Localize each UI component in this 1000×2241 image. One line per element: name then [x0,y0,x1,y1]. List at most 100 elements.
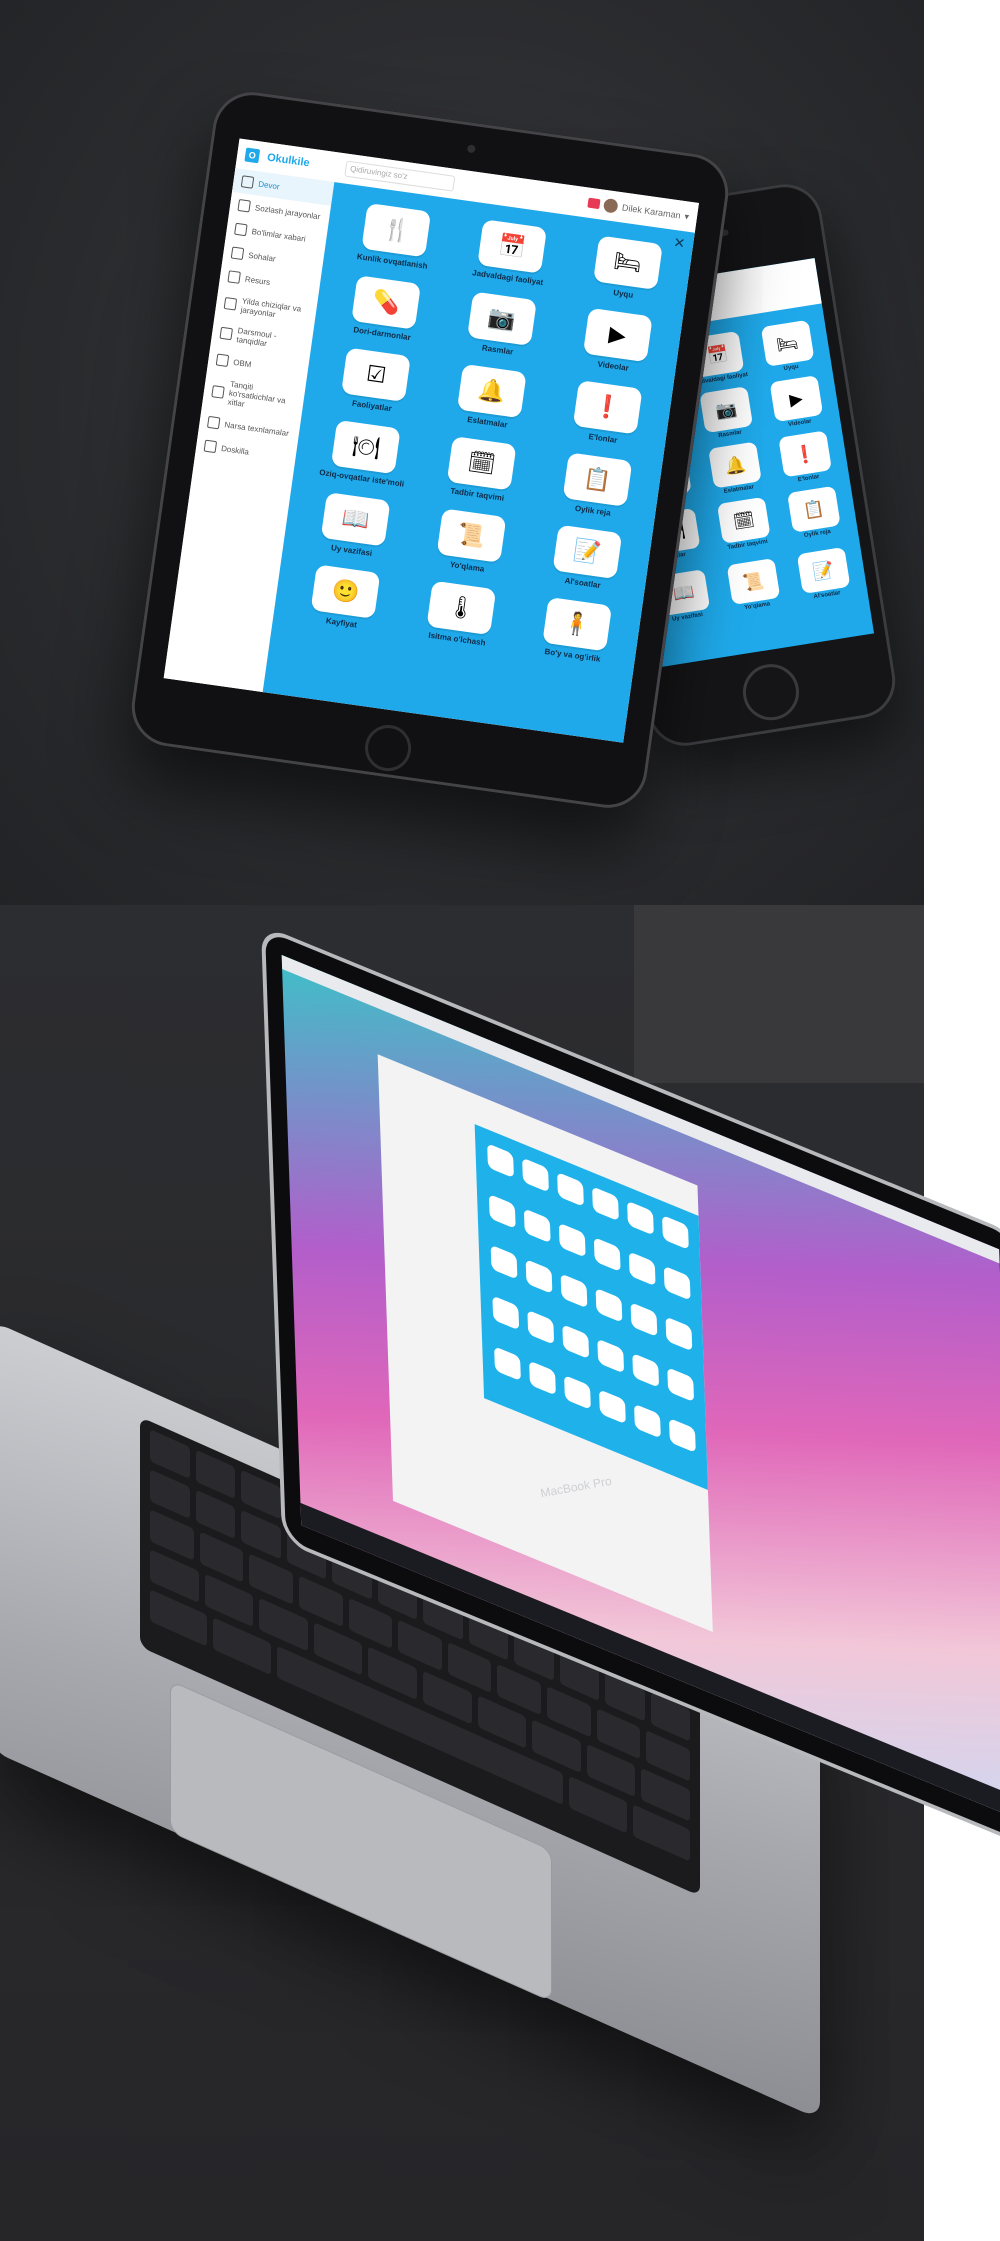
chat-icon [206,415,221,430]
activity-tile-box[interactable]: 🗓 [446,436,517,491]
phone-activity-tile[interactable]: 🛏 Uyqu [754,319,821,376]
desktop-activity-tile[interactable] [599,1389,626,1425]
chevron-down-icon: ▾ [683,210,690,222]
activity-tile[interactable]: 📅 Jadvaldagi faoliyat [459,217,563,289]
phone-activity-tile[interactable]: 🗓 Tadbir taqvimi [711,496,779,559]
phone-activity-tile[interactable]: 📝 Al'soatlar [790,546,857,603]
activity-tile[interactable]: 🧍 Bo'y va og'irlik [524,595,628,667]
activity-tile-label: Al'soatlar [564,576,602,591]
event-calendar-icon: 🗓 [466,448,498,478]
activity-tile-box[interactable]: 🍽 [331,419,402,475]
phone-activity-tile[interactable]: ▶ Videolar [763,374,830,431]
activity-tile[interactable]: 📝 Al'soatlar [534,522,638,594]
activity-tile-box[interactable]: ▶ [582,307,653,363]
phone-activity-tile[interactable]: 🔔 Eslatmalar [702,441,769,498]
activity-tile[interactable]: 📷 Rasmlar [449,289,553,361]
chart-icon [223,297,238,311]
background-band [634,905,924,1083]
desktop-activity-tile[interactable] [527,1309,555,1345]
activity-tile-box[interactable]: 🌡 [426,580,497,636]
desktop-activity-tile[interactable] [564,1374,591,1410]
desktop-activity-tile[interactable] [665,1316,693,1352]
activity-tile[interactable]: 🙂 Kayfiyat [293,562,397,634]
activity-tile[interactable]: 🍽 Oziq-ovqatlar iste'moli [313,418,417,490]
activity-tile[interactable]: 📜 Yo'qlama [419,506,523,578]
activity-tile[interactable]: 🔔 Eslatmalar [439,362,543,434]
bed-icon: 🛏 [612,247,644,277]
desktop-activity-tile[interactable] [557,1171,584,1207]
activity-tile[interactable]: ❗ E'lonlar [554,378,658,450]
desktop-activity-tile[interactable] [628,1251,656,1287]
phone-activity-tile[interactable]: 📋 Oylik reja [780,485,848,548]
desktop-activity-tile[interactable] [494,1346,521,1382]
activity-tile-box[interactable]: 📋 [562,452,633,507]
desktop-activity-tile[interactable] [667,1367,695,1403]
phone-activity-tile[interactable]: 📜 Yo'qlama [720,557,787,614]
desktop-activity-tile[interactable] [560,1273,588,1309]
desktop-activity-tile[interactable] [592,1186,619,1222]
desktop-activity-tile[interactable] [630,1302,658,1338]
activity-tile-box[interactable]: ❗ [572,380,643,435]
activity-tile-box[interactable]: 📖 [321,492,391,547]
desktop-activity-tile[interactable] [562,1324,590,1360]
activity-tile-box[interactable]: 🧍 [541,596,612,652]
desktop-activity-tile[interactable] [523,1208,551,1244]
activity-tile-box[interactable]: 📝 [552,524,622,580]
desktop-activity-tile[interactable] [632,1352,660,1388]
activity-tile[interactable]: 🌡 Isitma o'lchash [408,578,512,650]
activity-tile-box[interactable]: 📜 [436,508,507,563]
monthly-plan-icon: 📋 [581,464,613,494]
activity-tile-box[interactable]: 📷 [467,291,537,346]
activity-tile-box[interactable]: 💊 [351,275,422,330]
activity-tile[interactable]: 🗓 Tadbir taqvimi [429,434,533,506]
desktop-activity-tile[interactable] [668,1417,696,1453]
phone-activity-tile[interactable]: ❗ E'lonlar [772,429,839,486]
phone-activity-tile-box[interactable]: 📝 [796,546,851,595]
sidebar-item-label: Sohalar [247,250,277,264]
desktop-activity-tile[interactable] [492,1295,520,1331]
desktop-activity-tile[interactable] [522,1157,549,1193]
phone-activity-tile-box[interactable]: 🗓 [716,496,771,544]
desktop-activity-tile[interactable] [487,1143,514,1179]
phone-home-button[interactable] [738,660,804,725]
tablet-home-button[interactable] [362,722,415,775]
sidebar-item-label: OBM [232,357,253,369]
phone-activity-tile-box[interactable]: 🔔 [708,441,762,489]
phone-activity-tile-box[interactable]: ▶ [769,375,823,423]
activity-tile[interactable]: 📋 Oylik reja [544,450,648,522]
phone-activity-tile-box[interactable]: 📷 [699,386,754,434]
desktop-activity-tile[interactable] [593,1237,621,1273]
activity-tile[interactable]: ☑ Faoliyatlar [323,345,427,417]
notification-icon[interactable] [587,197,601,210]
phone-activity-tile-box[interactable]: 📋 [786,485,841,533]
activity-tile[interactable]: 💊 Dori-darmonlar [334,273,438,345]
activity-tile[interactable]: ▶ Videolar [565,305,669,377]
desktop-activity-tile[interactable] [627,1200,654,1236]
phone-activity-tile-box[interactable]: ❗ [777,430,832,478]
desktop-activity-tile[interactable] [663,1265,691,1301]
activity-tile-box[interactable]: ☑ [341,347,412,403]
activity-tile[interactable]: 📖 Uy vazifasi [303,490,407,562]
activity-tile-box[interactable]: 🛏 [592,235,663,290]
activity-tile-box[interactable]: 📅 [477,219,548,274]
activity-tile[interactable]: 🍴 Kunlik ovqatlanish [344,201,448,273]
video-icon: ▶ [788,388,804,410]
desktop-activity-tile[interactable] [525,1259,553,1295]
desktop-activity-tile[interactable] [662,1214,689,1250]
phone-activity-tile[interactable]: 📷 Rasmlar [693,385,760,442]
desktop-activity-tile[interactable] [595,1287,623,1323]
desktop-activity-tile[interactable] [529,1360,556,1396]
phone-activity-tile-box[interactable]: 📜 [726,558,781,606]
activity-tile-box[interactable]: 🔔 [456,363,527,419]
activity-tile-box[interactable]: 🍴 [361,202,432,258]
desktop-activity-tile[interactable] [634,1403,661,1439]
desktop-activity-tile[interactable] [490,1244,518,1280]
desktop-activity-tile[interactable] [488,1193,516,1229]
desktop-activity-tile[interactable] [558,1222,586,1258]
activity-tile-label: Uy vazifasi [330,543,373,558]
desktop-activity-tile[interactable] [597,1338,625,1374]
phone-activity-tile-box[interactable]: 🛏 [760,319,815,367]
sidebar-item-label: Resurs [244,274,271,287]
activity-tile-box[interactable]: 🙂 [310,564,381,619]
activity-tile[interactable]: 🛏 Uyqu [575,233,679,305]
